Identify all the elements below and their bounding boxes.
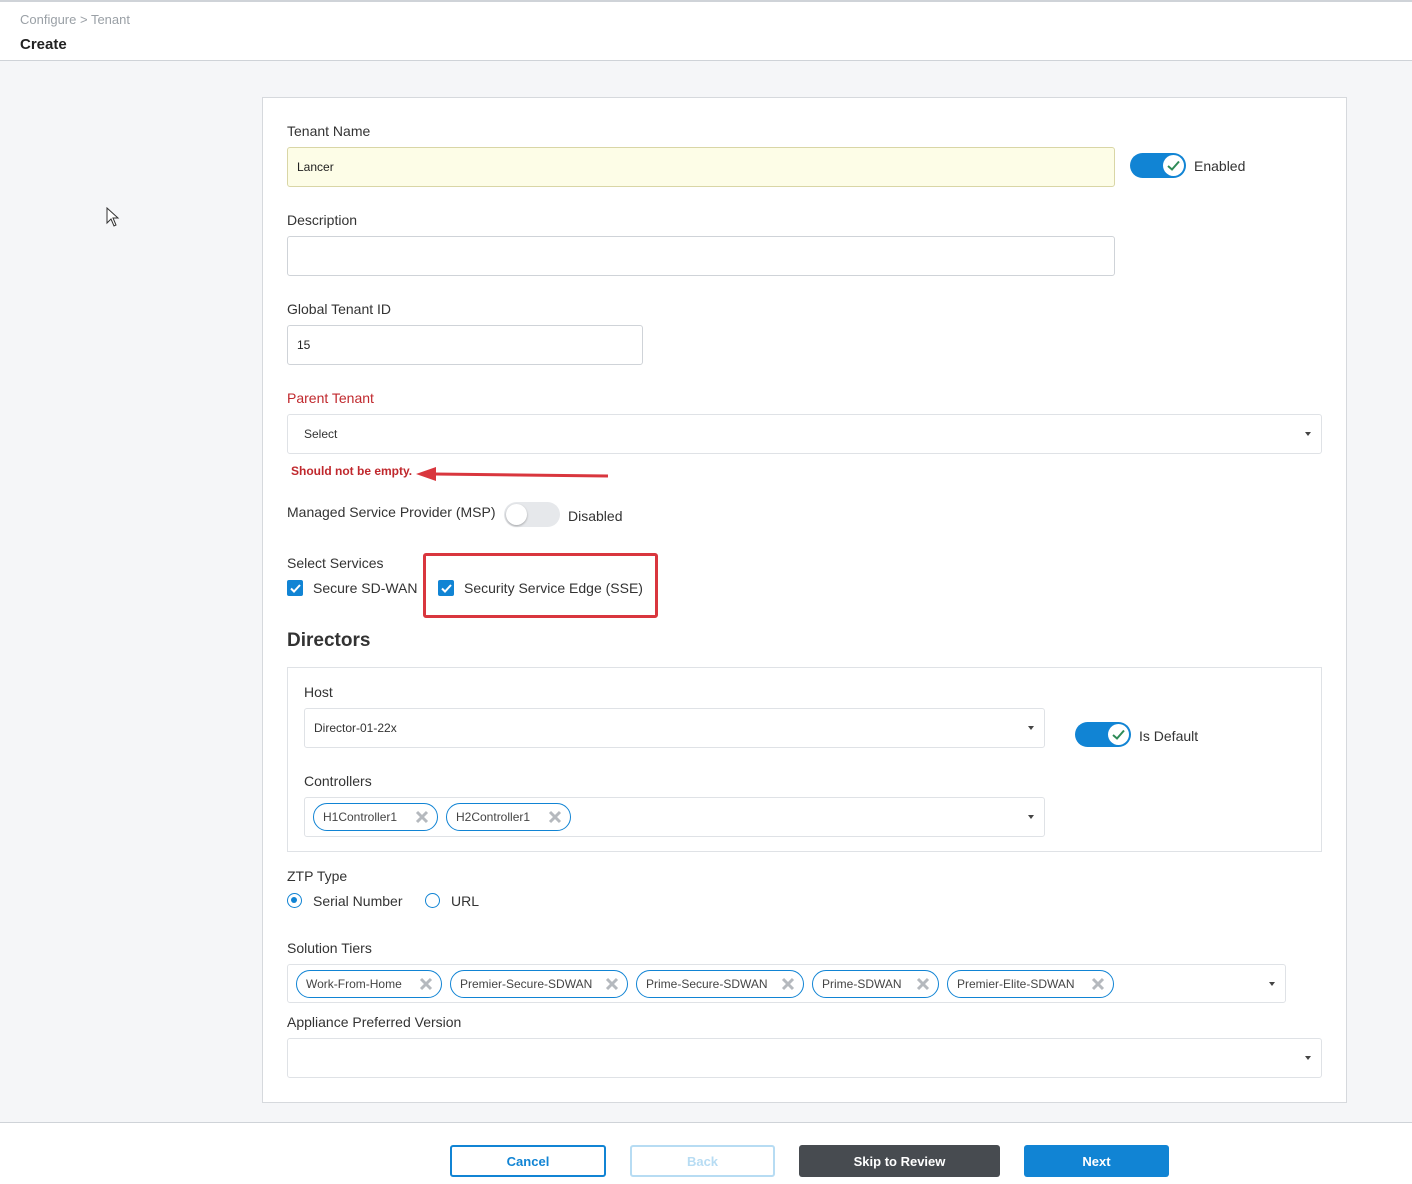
parent-tenant-select[interactable]: Select — [287, 414, 1322, 454]
check-icon — [1112, 729, 1125, 740]
controller-chip[interactable]: H1Controller1 — [313, 803, 438, 831]
host-label: Host — [304, 684, 333, 700]
chip-label: Prime-SDWAN — [822, 977, 902, 991]
solution-tier-chip[interactable]: Premier-Elite-SDWAN — [947, 970, 1114, 998]
msp-label: Managed Service Provider (MSP) — [287, 504, 496, 520]
parent-tenant-label: Parent Tenant — [287, 390, 374, 406]
global-tenant-id-input[interactable]: 15 — [287, 325, 643, 365]
remove-chip-icon[interactable] — [781, 977, 795, 991]
parent-tenant-error: Should not be empty. — [291, 464, 413, 478]
chip-label: H2Controller1 — [456, 810, 531, 824]
ztp-serial-number-radio[interactable] — [287, 893, 302, 908]
mouse-cursor-icon — [106, 207, 120, 227]
chip-label: Premier-Elite-SDWAN — [957, 977, 1075, 991]
next-button[interactable]: Next — [1024, 1145, 1169, 1177]
ztp-type-label: ZTP Type — [287, 868, 348, 884]
msp-toggle[interactable] — [504, 502, 560, 527]
chevron-down-icon — [1305, 1056, 1311, 1060]
controller-chip[interactable]: H2Controller1 — [446, 803, 571, 831]
solution-tier-chip[interactable]: Premier-Secure-SDWAN — [450, 970, 628, 998]
appliance-version-select[interactable] — [287, 1038, 1322, 1078]
is-default-label: Is Default — [1139, 728, 1199, 744]
chip-label: Prime-Secure-SDWAN — [646, 977, 768, 991]
remove-chip-icon[interactable] — [415, 810, 429, 824]
page-title: Create — [20, 36, 67, 53]
tenant-name-input[interactable]: Lancer — [287, 147, 1115, 187]
solution-tier-chip[interactable]: Work-From-Home — [296, 970, 442, 998]
sse-highlight-annotation — [423, 553, 658, 618]
ztp-serial-number-label: Serial Number — [313, 893, 403, 909]
remove-chip-icon[interactable] — [916, 977, 930, 991]
skip-to-review-button[interactable]: Skip to Review — [799, 1145, 1000, 1177]
controllers-label: Controllers — [304, 773, 372, 789]
cancel-button[interactable]: Cancel — [450, 1145, 606, 1177]
ztp-url-label: URL — [451, 893, 480, 909]
chip-label: Premier-Secure-SDWAN — [460, 977, 593, 991]
select-services-label: Select Services — [287, 555, 384, 571]
solution-tier-chip[interactable]: Prime-Secure-SDWAN — [636, 970, 804, 998]
page-header: Configure > Tenant Create — [0, 0, 1412, 61]
solution-tier-chip[interactable]: Prime-SDWAN — [812, 970, 939, 998]
enabled-label: Enabled — [1194, 158, 1246, 174]
red-arrow-annotation-icon — [416, 467, 609, 481]
description-input[interactable] — [287, 236, 1115, 276]
remove-chip-icon[interactable] — [548, 810, 562, 824]
remove-chip-icon[interactable] — [419, 977, 433, 991]
secure-sdwan-label: Secure SD-WAN — [313, 580, 418, 596]
chevron-down-icon — [1269, 981, 1275, 986]
global-tenant-id-label: Global Tenant ID — [287, 301, 392, 317]
back-button[interactable]: Back — [630, 1145, 775, 1177]
host-select[interactable]: Director-01-22x — [304, 708, 1045, 748]
remove-chip-icon[interactable] — [1091, 977, 1105, 991]
chip-label: Work-From-Home — [306, 977, 402, 991]
tenant-name-label: Tenant Name — [287, 123, 371, 139]
chevron-down-icon — [1305, 432, 1311, 436]
remove-chip-icon[interactable] — [605, 977, 619, 991]
check-icon — [289, 583, 301, 593]
solution-tiers-label: Solution Tiers — [287, 940, 372, 956]
chevron-down-icon — [1028, 815, 1034, 819]
directors-title: Directors — [287, 630, 371, 651]
is-default-toggle[interactable] — [1075, 722, 1131, 747]
appliance-version-label: Appliance Preferred Version — [287, 1014, 462, 1030]
parent-tenant-value: Select — [304, 427, 338, 441]
ztp-url-radio[interactable] — [425, 893, 440, 908]
breadcrumb[interactable]: Configure > Tenant — [20, 12, 130, 27]
check-icon — [1167, 160, 1180, 171]
secure-sdwan-checkbox[interactable] — [287, 580, 303, 596]
enabled-toggle[interactable] — [1130, 153, 1186, 178]
host-value: Director-01-22x — [314, 721, 397, 735]
msp-state-label: Disabled — [568, 508, 623, 524]
chip-label: H1Controller1 — [323, 810, 398, 824]
chevron-down-icon — [1028, 726, 1034, 730]
description-label: Description — [287, 212, 358, 228]
